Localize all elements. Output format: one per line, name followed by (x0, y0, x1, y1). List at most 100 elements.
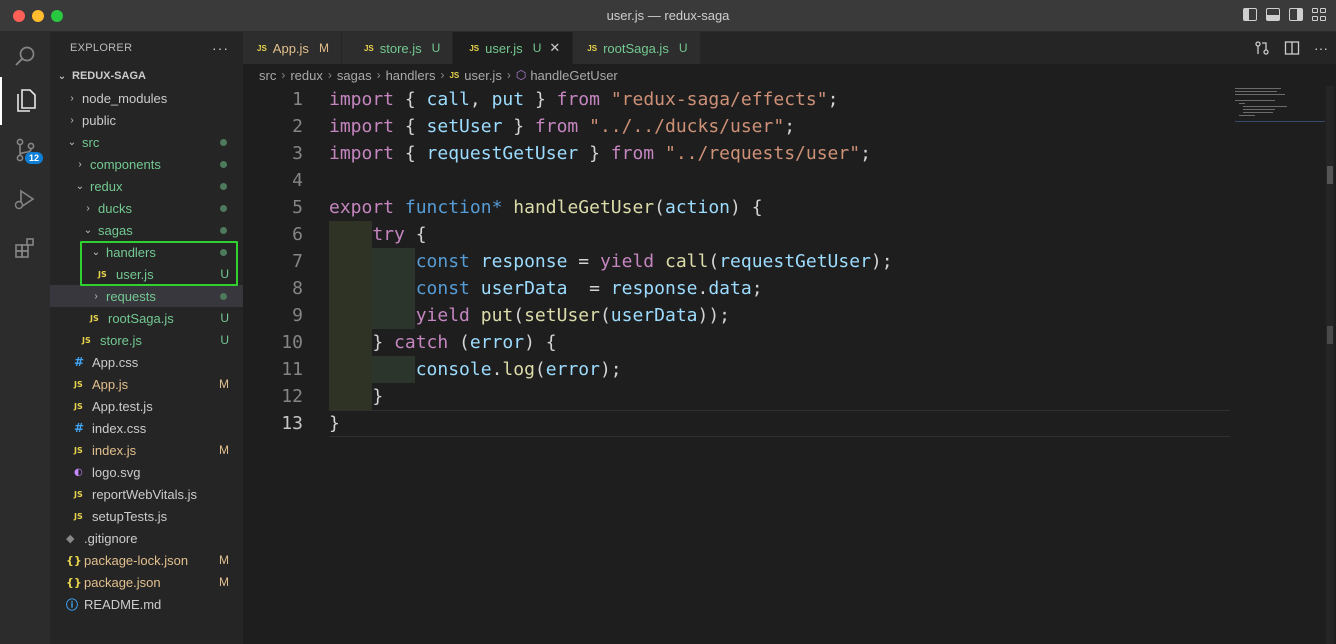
more-actions-icon[interactable]: ··· (1314, 40, 1328, 59)
breadcrumb-item[interactable]: handleGetUser (530, 68, 617, 83)
method-symbol-icon: ⬡ (515, 68, 527, 82)
tree-item-index-js[interactable]: JS index.js M (50, 439, 243, 461)
window-title: user.js — redux-saga (606, 8, 730, 23)
line-number: 5 (292, 197, 303, 218)
tree-item-index-css[interactable]: # index.css (50, 417, 243, 439)
tree-item-logo-svg[interactable]: ◐ logo.svg (50, 461, 243, 483)
untracked-status: U (220, 267, 229, 281)
tree-item-components[interactable]: › components (50, 153, 243, 175)
customize-layout-icon[interactable] (1312, 8, 1326, 21)
js-file-icon: JS (587, 43, 598, 53)
tree-item-node-modules[interactable]: › node_modules (50, 87, 243, 109)
breadcrumb-item[interactable]: user.js (464, 68, 502, 83)
code-line: } catch (error) { (329, 332, 557, 353)
line-number: 9 (292, 305, 303, 326)
scrollbar-thumb[interactable] (1327, 166, 1333, 184)
css-file-icon: # (74, 421, 85, 435)
tree-item-app-js[interactable]: JS App.js M (50, 373, 243, 395)
code-line: const response = yield call(requestGetUs… (415, 251, 893, 272)
breadcrumb-item[interactable]: redux (290, 68, 323, 83)
title-bar: user.js — redux-saga (0, 0, 1336, 32)
line-number: 6 (292, 224, 303, 245)
tree-item-app-css[interactable]: # App.css (50, 351, 243, 373)
code-line: try { (372, 224, 427, 245)
tab-status: U (532, 41, 542, 55)
breadcrumb: src › redux › sagas › handlers › JS user… (243, 64, 1336, 86)
js-file-icon: JS (82, 335, 91, 345)
tree-item-handlers[interactable]: ⌄ handlers (50, 241, 243, 263)
line-number: 1 (292, 89, 303, 110)
tree-item-package-json[interactable]: {} package.json M (50, 571, 243, 593)
line-number: 3 (292, 143, 303, 164)
js-file-icon: JS (449, 70, 460, 80)
js-file-icon: JS (74, 511, 83, 521)
tree-item-requests[interactable]: › requests (50, 285, 243, 307)
tree-item-reportwebvitals-js[interactable]: JS reportWebVitals.js (50, 483, 243, 505)
modified-dot-icon (220, 292, 227, 300)
extensions-icon[interactable] (0, 224, 50, 272)
close-tab-icon[interactable]: ✕ (549, 40, 560, 56)
tree-item-readme-md[interactable]: ⓘ README.md (50, 593, 243, 615)
minimap[interactable] (1235, 86, 1327, 126)
tree-item-app-test-js[interactable]: JS App.test.js (50, 395, 243, 417)
more-actions-icon[interactable]: ··· (212, 40, 229, 56)
tab-rootsaga-js[interactable]: JS rootSaga.js U (573, 32, 701, 64)
modified-status: M (219, 377, 229, 391)
modified-status: M (219, 575, 229, 589)
run-debug-icon[interactable] (0, 175, 50, 223)
js-file-icon: JS (257, 43, 267, 53)
open-changes-icon[interactable] (1254, 40, 1270, 59)
tree-item-redux[interactable]: ⌄ redux (50, 175, 243, 197)
js-file-icon: JS (98, 269, 107, 279)
json-file-icon: {} (66, 575, 82, 589)
code-line: import { call, put } from "redux-saga/ef… (329, 89, 839, 110)
code-line: import { requestGetUser } from "../reque… (329, 143, 871, 164)
search-icon[interactable] (0, 32, 50, 80)
current-line-highlight (329, 410, 1230, 437)
untracked-status: U (220, 333, 229, 347)
tree-item-ducks[interactable]: › ducks (50, 197, 243, 219)
chevron-down-icon: ⌄ (83, 224, 93, 236)
source-control-icon[interactable]: 12 (0, 126, 50, 174)
tree-item-public[interactable]: › public (50, 109, 243, 131)
code-editor[interactable]: 1 2 3 4 5 6 7 8 9 10 11 12 13 import { c… (243, 86, 1336, 644)
modified-dot-icon (220, 226, 227, 234)
chevron-right-icon: › (78, 158, 82, 170)
tab-user-js[interactable]: JS user.js U ✕ (453, 32, 574, 64)
line-number: 11 (281, 359, 303, 380)
breadcrumb-item[interactable]: src (259, 68, 276, 83)
svg-file-icon: ◐ (74, 466, 83, 478)
tab-status: U (431, 41, 441, 55)
tab-label: rootSaga.js (603, 40, 669, 56)
tree-item-store-js[interactable]: JS store.js U (50, 329, 243, 351)
chevron-right-icon: › (376, 68, 381, 82)
js-file-icon: JS (90, 313, 99, 323)
breadcrumb-item[interactable]: sagas (337, 68, 372, 83)
split-editor-icon[interactable] (1284, 40, 1300, 59)
tree-item-src[interactable]: ⌄ src (50, 131, 243, 153)
tree-item-rootsaga-js[interactable]: JS rootSaga.js U (50, 307, 243, 329)
code-line: export function* handleGetUser(action) { (329, 197, 763, 218)
toggle-panel-icon[interactable] (1266, 8, 1280, 21)
toggle-sidebar-icon[interactable] (1243, 8, 1257, 21)
code-line: } (329, 413, 340, 434)
tab-status: U (678, 41, 688, 55)
modified-status: M (219, 553, 229, 567)
tree-item-setuptests-js[interactable]: JS setupTests.js (50, 505, 243, 527)
folder-root[interactable]: ⌄ REDUX-SAGA (50, 65, 243, 87)
source-control-badge: 12 (25, 152, 44, 164)
tab-store-js[interactable]: JS store.js U (341, 32, 454, 64)
chevron-right-icon: › (86, 202, 90, 214)
tree-item-package-lock-json[interactable]: {} package-lock.json M (50, 549, 243, 571)
tab-label: store.js (379, 40, 422, 56)
tab-app-js[interactable]: JS App.js M (243, 32, 342, 64)
toggle-secondary-sidebar-icon[interactable] (1289, 8, 1303, 21)
info-file-icon: ⓘ (66, 597, 79, 612)
tree-item-sagas[interactable]: ⌄ sagas (50, 219, 243, 241)
tree-item-gitignore[interactable]: ◆ .gitignore (50, 527, 243, 549)
files-icon[interactable] (0, 77, 50, 125)
json-file-icon: {} (66, 553, 82, 567)
breadcrumb-item[interactable]: handlers (386, 68, 436, 83)
code-line: console.log(error); (415, 359, 622, 380)
tree-item-user-js[interactable]: JS user.js U (50, 263, 243, 285)
